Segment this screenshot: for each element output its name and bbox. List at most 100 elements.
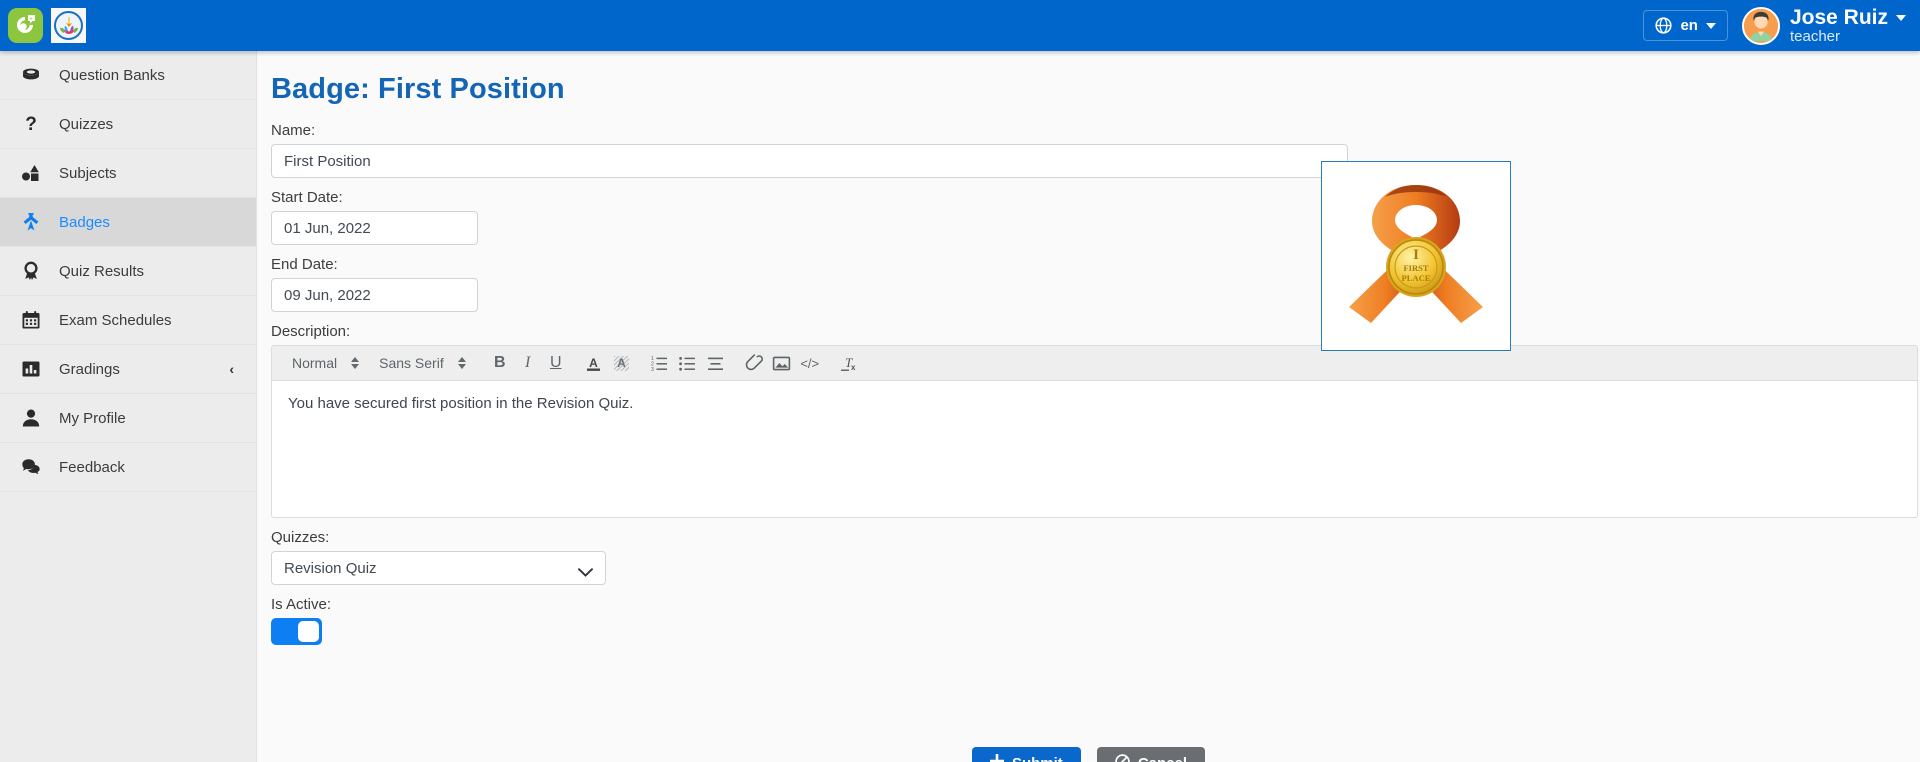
quizzes-select[interactable]: Revision Quiz xyxy=(271,551,606,585)
submit-button-label: Submit xyxy=(1012,755,1063,762)
image-icon[interactable] xyxy=(768,349,796,377)
sidebar-item-feedback[interactable]: Feedback xyxy=(0,443,256,492)
description-label: Description: xyxy=(271,323,1920,340)
ordered-list-icon[interactable]: 123 xyxy=(646,349,674,377)
name-label: Name: xyxy=(271,122,1920,139)
sidebar-item-label: Badges xyxy=(59,214,110,231)
svg-text:FIRST: FIRST xyxy=(1403,263,1428,273)
sidebar-item-quizzes[interactable]: ? Quizzes xyxy=(0,100,256,149)
form-actions: Submit Cancel xyxy=(257,747,1920,762)
person-icon xyxy=(20,408,42,428)
sidebar-item-question-banks[interactable]: Question Banks xyxy=(0,51,256,100)
cancel-button-label: Cancel xyxy=(1138,755,1187,762)
code-block-icon[interactable]: </> xyxy=(796,349,824,377)
language-selector[interactable]: en xyxy=(1643,10,1728,41)
updown-arrows-icon xyxy=(351,357,359,369)
sidebar-navigation: Question Banks ? Quizzes Subjects Badges… xyxy=(0,51,257,762)
description-editor-body[interactable]: You have secured first position in the R… xyxy=(271,381,1918,518)
question-mark-icon: ? xyxy=(20,114,42,134)
bold-icon[interactable]: B xyxy=(486,349,514,377)
sidebar-item-label: Feedback xyxy=(59,459,125,476)
user-menu[interactable]: Jose Ruiz teacher xyxy=(1742,7,1906,45)
user-text-group: Jose Ruiz teacher xyxy=(1790,7,1906,45)
database-icon xyxy=(20,65,42,85)
user-role: teacher xyxy=(1790,29,1906,45)
chevron-down-icon xyxy=(1896,15,1906,21)
logo-group: + xyxy=(0,8,86,43)
badge-image-first-place-ribbon: I FIRST PLACE xyxy=(1331,171,1501,341)
award-icon xyxy=(20,261,42,281)
is-active-toggle[interactable] xyxy=(271,618,322,645)
description-editor: Normal Sans Serif B I U A A xyxy=(271,345,1918,518)
chevron-down-icon xyxy=(1706,23,1716,29)
name-input[interactable] xyxy=(271,144,1348,178)
text-color-icon[interactable]: A xyxy=(580,349,608,377)
toggle-knob xyxy=(298,621,319,642)
badge-form: Name: Start Date: End Date: Description:… xyxy=(257,106,1920,645)
font-select-value: Sans Serif xyxy=(379,355,444,371)
language-label: en xyxy=(1680,17,1698,34)
quiz-app-logo-icon[interactable]: + xyxy=(8,8,43,43)
sidebar-item-quiz-results[interactable]: Quiz Results xyxy=(0,247,256,296)
quizzes-label: Quizzes: xyxy=(271,529,1920,546)
avatar xyxy=(1742,7,1780,45)
ban-icon xyxy=(1115,754,1130,762)
bar-chart-icon xyxy=(20,359,42,379)
sidebar-item-exam-schedules[interactable]: Exam Schedules xyxy=(0,296,256,345)
ribbon-icon xyxy=(20,212,42,232)
description-text: You have secured first position in the R… xyxy=(288,395,1901,412)
svg-text:3: 3 xyxy=(651,366,654,372)
italic-icon[interactable]: I xyxy=(514,349,542,377)
main-content: Badge: First Position Name: Start Date: … xyxy=(257,51,1920,762)
svg-text:A: A xyxy=(617,356,626,370)
institution-lotus-logo-icon[interactable] xyxy=(51,8,86,43)
svg-text:I: I xyxy=(1413,247,1419,263)
heading-select-value: Normal xyxy=(292,355,337,371)
end-date-input[interactable] xyxy=(271,278,478,312)
svg-text:x: x xyxy=(851,363,856,372)
svg-text:A: A xyxy=(589,356,598,370)
sidebar-item-gradings[interactable]: Gradings ‹ xyxy=(0,345,256,394)
submit-button[interactable]: Submit xyxy=(972,747,1081,762)
background-color-icon[interactable]: A xyxy=(608,349,636,377)
updown-arrows-icon xyxy=(458,357,466,369)
sidebar-item-label: Quizzes xyxy=(59,116,113,133)
editor-toolbar: Normal Sans Serif B I U A A xyxy=(271,345,1918,381)
user-name: Jose Ruiz xyxy=(1790,7,1888,29)
globe-icon xyxy=(1655,17,1672,34)
sidebar-item-my-profile[interactable]: My Profile xyxy=(0,394,256,443)
header-right-group: en Jose Ruiz teacher xyxy=(1643,0,1920,51)
page-title: Badge: First Position xyxy=(257,51,1920,106)
is-active-label: Is Active: xyxy=(271,596,1920,613)
clear-format-icon[interactable]: Tx xyxy=(834,349,862,377)
start-date-label: Start Date: xyxy=(271,189,1920,206)
sidebar-item-label: My Profile xyxy=(59,410,126,427)
heading-select[interactable]: Normal xyxy=(282,355,369,371)
shapes-icon xyxy=(20,163,42,183)
sidebar-item-label: Exam Schedules xyxy=(59,312,172,329)
sidebar-item-subjects[interactable]: Subjects xyxy=(0,149,256,198)
sidebar-item-label: Quiz Results xyxy=(59,263,144,280)
align-icon[interactable] xyxy=(702,349,730,377)
sidebar-item-badges[interactable]: Badges xyxy=(0,198,256,247)
underline-icon[interactable]: U xyxy=(542,349,570,377)
start-date-input[interactable] xyxy=(271,211,478,245)
top-header-bar: + xyxy=(0,0,1920,51)
svg-text:?: ? xyxy=(25,114,37,134)
svg-text:+: + xyxy=(29,16,33,22)
cancel-button[interactable]: Cancel xyxy=(1097,747,1205,762)
font-select[interactable]: Sans Serif xyxy=(369,355,476,371)
bullet-list-icon[interactable] xyxy=(674,349,702,377)
plus-icon xyxy=(990,754,1004,762)
sidebar-item-label: Question Banks xyxy=(59,67,165,84)
calendar-icon xyxy=(20,310,42,330)
svg-text:PLACE: PLACE xyxy=(1402,273,1431,283)
link-icon[interactable] xyxy=(740,349,768,377)
sidebar-item-label: Gradings xyxy=(59,361,120,378)
sidebar-item-label: Subjects xyxy=(59,165,117,182)
badge-image-preview: I FIRST PLACE xyxy=(1321,161,1511,351)
chevron-left-icon[interactable]: ‹ xyxy=(229,361,234,377)
quizzes-select-value: Revision Quiz xyxy=(284,560,377,577)
chevron-down-icon xyxy=(578,564,593,573)
end-date-label: End Date: xyxy=(271,256,1920,273)
